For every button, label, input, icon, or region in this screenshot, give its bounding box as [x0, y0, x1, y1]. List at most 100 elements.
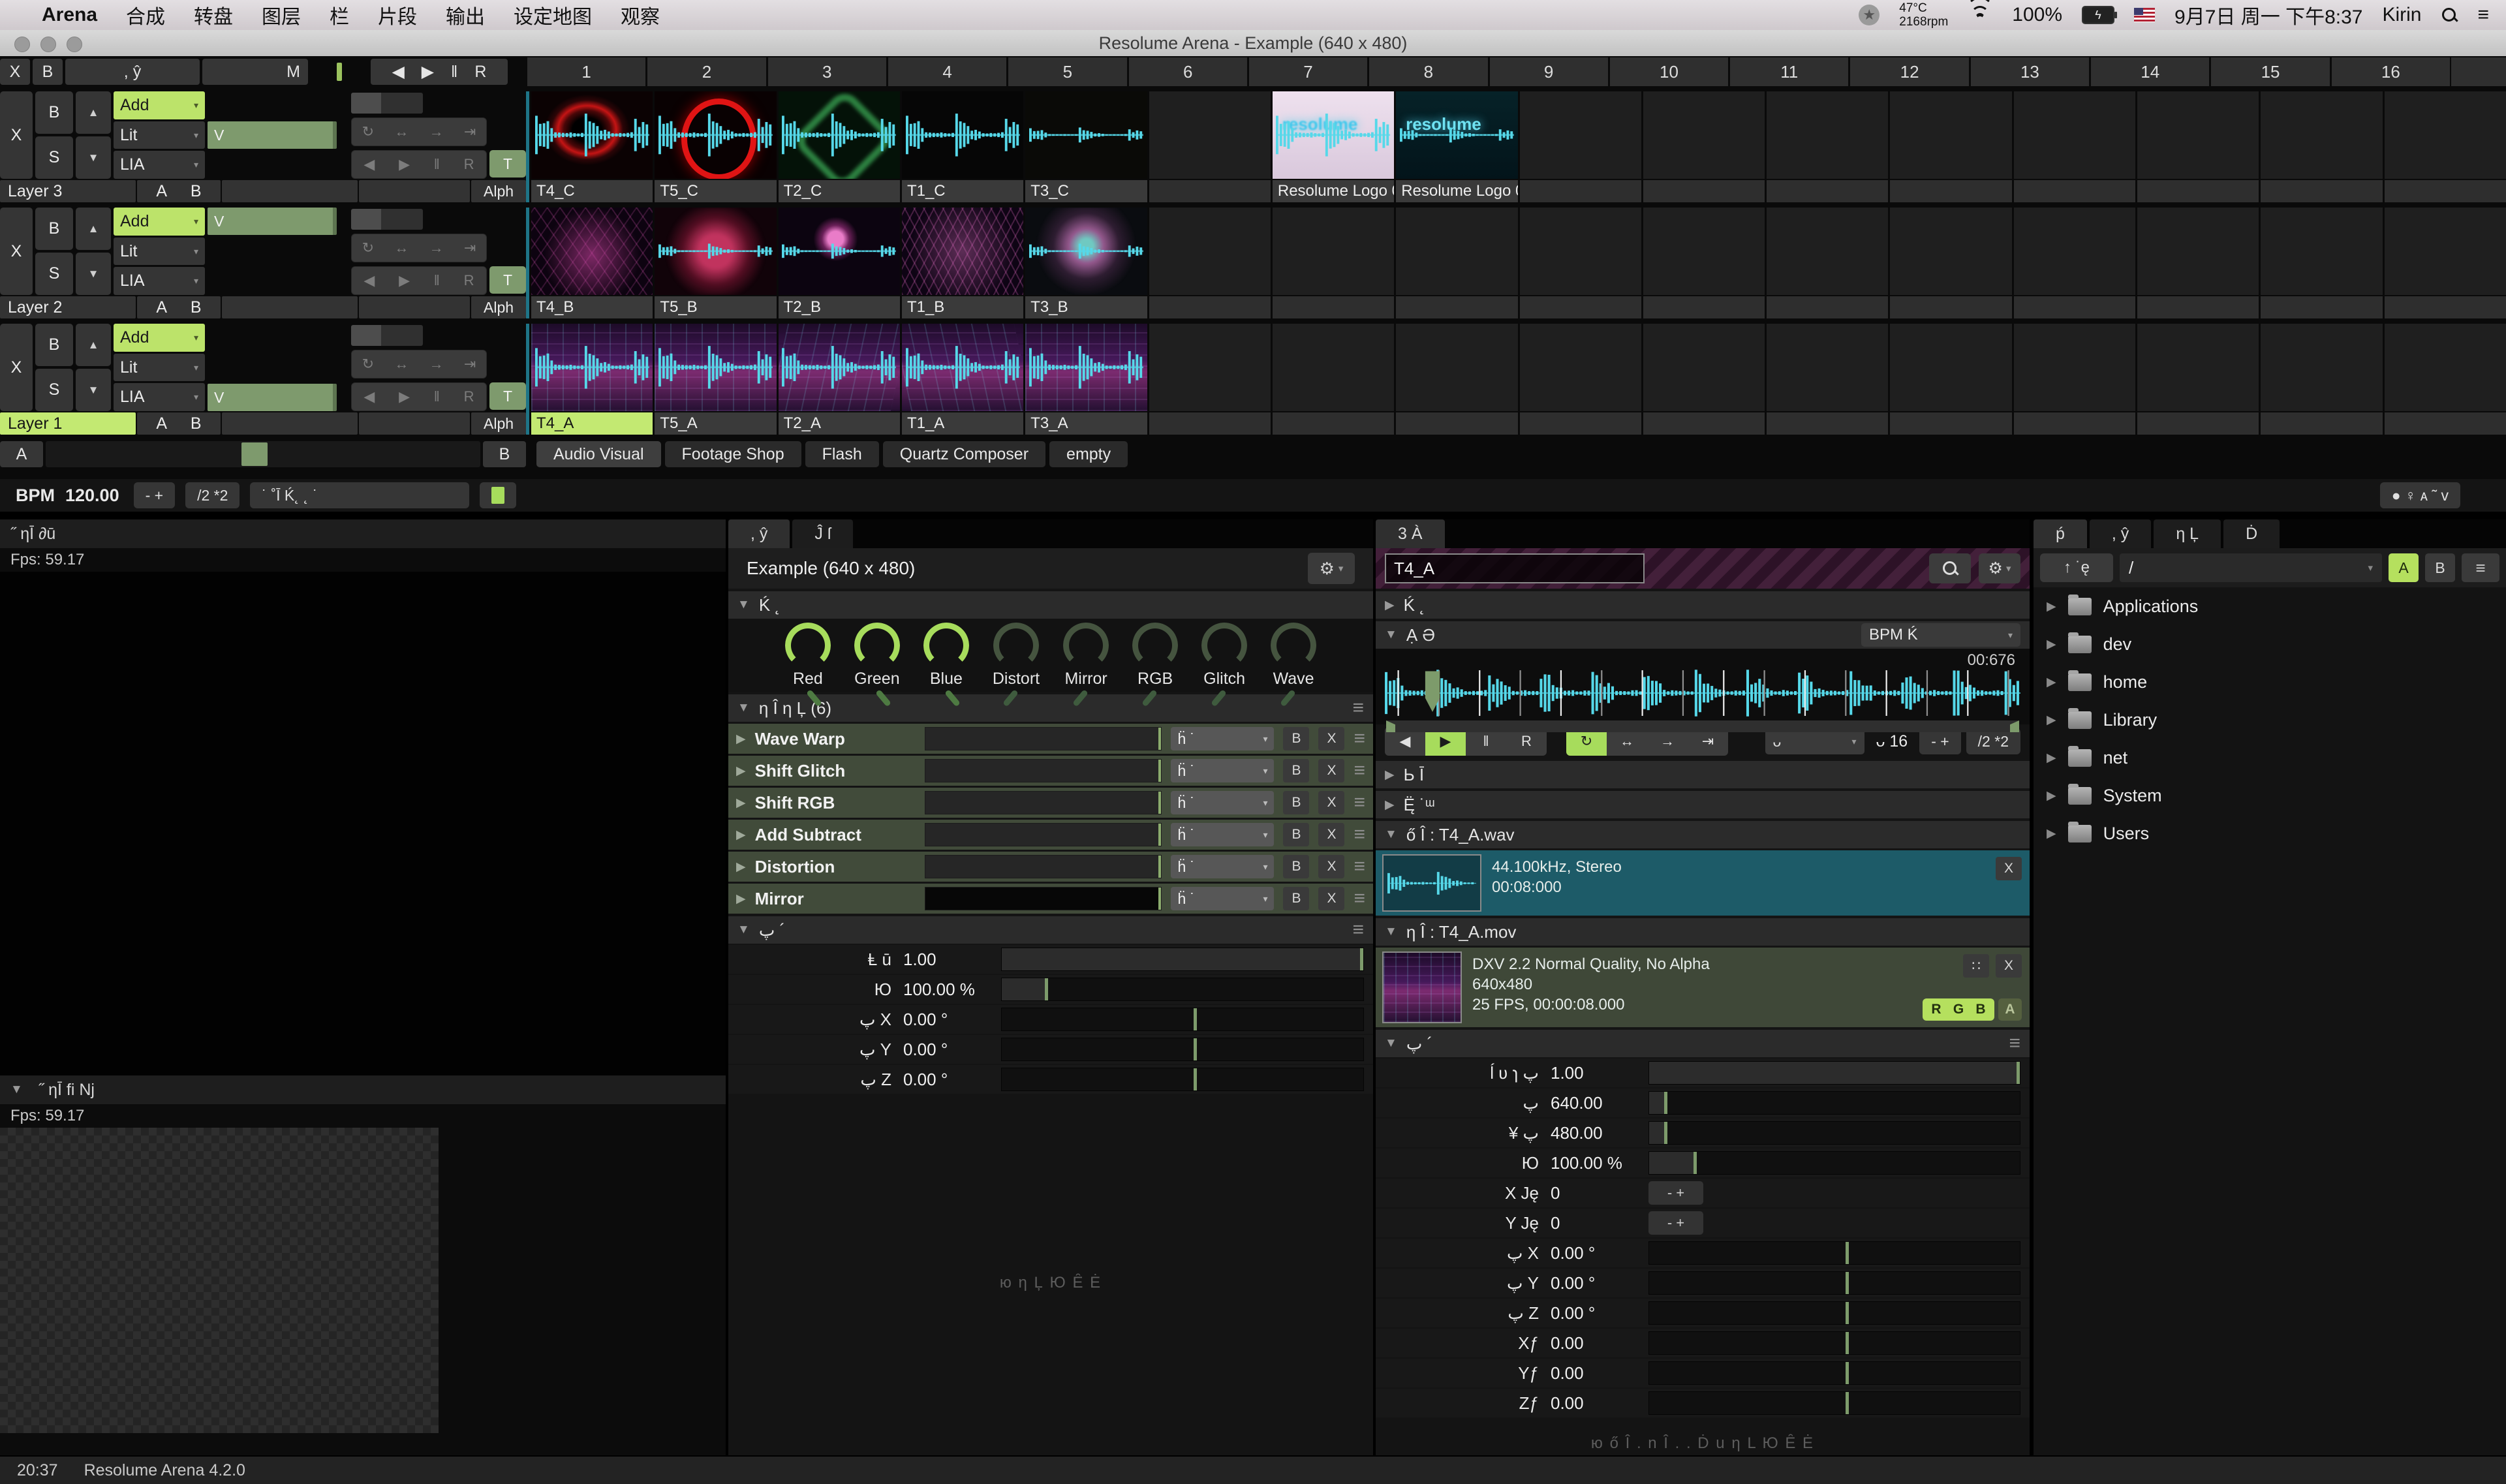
beat-snap-dropdown[interactable]: ᴗ▾	[1765, 728, 1864, 754]
layer-name-label[interactable]: Layer 2	[0, 296, 136, 318]
clip-label[interactable]: T4_C	[531, 180, 653, 202]
clip-cell-empty-12[interactable]	[1890, 324, 2011, 435]
layer-volume-slider[interactable]: V	[208, 384, 337, 411]
browser-up-button[interactable]: ↑ ˙ę	[2040, 553, 2113, 582]
effect-bypass-button[interactable]: B	[1283, 759, 1309, 782]
clip-param-9-value[interactable]: 0.00	[1551, 1333, 1648, 1353]
clip-label[interactable]: T5_B	[655, 296, 776, 318]
layer-solo-button[interactable]: S	[35, 253, 73, 295]
layer-autopilot-dropdown[interactable]: LIA▾	[114, 267, 205, 295]
window-controls[interactable]	[14, 37, 82, 52]
column-header-11[interactable]: 11	[1730, 57, 1848, 86]
wav-file-row[interactable]: 44.100kHz, Stereo 00:08:000 X	[1376, 850, 2030, 916]
folder-expand-icon[interactable]: ▶	[2047, 713, 2056, 728]
effect-drag-handle[interactable]: ≡	[1354, 856, 1365, 878]
effect-remove-button[interactable]: X	[1318, 823, 1344, 846]
clip-param-5-stepper[interactable]: - +	[1648, 1211, 1703, 1235]
preview-collapse-icon[interactable]: ▼	[10, 1083, 23, 1097]
clip-param-6-value[interactable]: 0.00 °	[1551, 1243, 1648, 1263]
clip-cell-T4_B[interactable]: T4_B	[531, 208, 653, 318]
layer-blend-dropdown[interactable]: Add▾	[114, 91, 205, 119]
layer-bypass-button[interactable]: B	[35, 91, 73, 134]
effect-bypass-button[interactable]: B	[1283, 855, 1309, 878]
menu-item-0[interactable]: 合成	[126, 1, 165, 29]
channel-g-button[interactable]: G	[1947, 1000, 1970, 1019]
column-header-6[interactable]: 6	[1129, 57, 1247, 86]
composition-settings-button[interactable]: ⚙▾	[1308, 553, 1355, 584]
layer-clear-button[interactable]: X	[0, 91, 33, 179]
clip-param-8-slider[interactable]	[1648, 1301, 2020, 1325]
dashboard-knob-glitch[interactable]: Glitch	[1201, 623, 1247, 688]
layer-transport-3[interactable]: R	[464, 272, 474, 289]
clip-label[interactable]	[1396, 296, 1517, 318]
folder-expand-icon[interactable]: ▶	[2047, 750, 2056, 765]
clip-label[interactable]: T5_C	[655, 180, 776, 202]
clip-cell-empty-14[interactable]	[2137, 324, 2259, 435]
layer-solo-button[interactable]: S	[35, 369, 73, 411]
effect-remove-button[interactable]: X	[1318, 727, 1344, 750]
effect-blend-dropdown[interactable]: ḧ ˙▾	[1171, 855, 1274, 878]
clip-label[interactable]	[2137, 296, 2259, 318]
layer-alpha-label[interactable]: Alph	[471, 296, 526, 318]
folder-row-dev[interactable]: ▶dev	[2034, 625, 2506, 663]
clip-label[interactable]	[1520, 180, 1641, 202]
layer-mode-dropdown[interactable]: Lit▾	[114, 121, 205, 149]
clip-param-5-value[interactable]: 0	[1551, 1213, 1648, 1233]
clip-label[interactable]: T5_A	[655, 412, 776, 435]
clip-param-3-slider[interactable]	[1648, 1151, 2020, 1175]
dashboard-knob-mirror[interactable]: Mirror	[1063, 623, 1109, 688]
clip-cell-empty-13[interactable]	[2014, 324, 2135, 435]
effect-remove-button[interactable]: X	[1318, 791, 1344, 814]
section2-collapse-icon[interactable]: ▶	[1385, 797, 1395, 812]
bpm-nudge-button[interactable]: - +	[134, 482, 175, 508]
clip-cell-T5_B[interactable]: T5_B	[655, 208, 776, 318]
comp-param-0-value[interactable]: 1.00	[903, 950, 1001, 970]
clip-label[interactable]	[1149, 412, 1271, 435]
clip-param-7-value[interactable]: 0.00 °	[1551, 1273, 1648, 1293]
comp-param-2-slider[interactable]	[1001, 1008, 1364, 1031]
effect-row-wave-warp[interactable]: ▶Wave Warpḧ ˙▾BX≡	[728, 724, 1373, 754]
wifi-icon[interactable]	[1968, 6, 1992, 24]
clip-cell-empty-7[interactable]	[1273, 208, 1394, 318]
comp-param-2-value[interactable]: 0.00 °	[903, 1010, 1001, 1030]
browser-tab-2[interactable]: η Ļ	[2154, 519, 2221, 548]
clip-label[interactable]	[1273, 412, 1394, 435]
clip-param-11-value[interactable]: 0.00	[1551, 1393, 1648, 1414]
clip-param-3-value[interactable]: 100.00 %	[1551, 1153, 1648, 1173]
clip-label[interactable]	[1890, 296, 2011, 318]
effect-blend-dropdown[interactable]: ḧ ˙▾	[1171, 759, 1274, 782]
column-header-8[interactable]: 8	[1369, 57, 1487, 86]
layer-name-label[interactable]: Layer 1	[0, 412, 136, 435]
layer-down-button[interactable]: ▼	[76, 136, 111, 179]
browser-deck-b-button[interactable]: B	[2425, 553, 2455, 582]
folder-row-applications[interactable]: ▶Applications	[2034, 587, 2506, 625]
layer-transport-3[interactable]: R	[464, 156, 474, 173]
wav-collapse-icon[interactable]: ▼	[1385, 827, 1397, 842]
effect-remove-button[interactable]: X	[1318, 759, 1344, 782]
clip-label[interactable]	[2261, 180, 2382, 202]
effect-row-shift-glitch[interactable]: ▶Shift Glitchḧ ˙▾BX≡	[728, 756, 1373, 786]
beats-halve-double-button[interactable]: /2 *2	[1966, 728, 2020, 754]
effect-row-add-subtract[interactable]: ▶Add Subtractḧ ˙▾BX≡	[728, 820, 1373, 850]
layer-trigger-button[interactable]: T	[489, 150, 526, 178]
column-header-3[interactable]: 3	[768, 57, 886, 86]
clip-param-11-slider[interactable]	[1648, 1391, 2020, 1415]
folder-row-users[interactable]: ▶Users	[2034, 814, 2506, 852]
layer-ab-assign[interactable]: AB	[137, 296, 221, 318]
clip-param-6-slider[interactable]	[1648, 1241, 2020, 1265]
clip-name-input[interactable]: T4_A	[1385, 553, 1645, 583]
playmode-0[interactable]: ↻	[362, 240, 374, 256]
clip-label[interactable]: T3_B	[1025, 296, 1147, 318]
mov-file-row[interactable]: DXV 2.2 Normal Quality, No Alpha 640x480…	[1376, 948, 2030, 1027]
bpm-tap-resync-button[interactable]: ˙ ˚Ī Ḱ˛ ˛ ˙	[250, 482, 469, 508]
mov-collapse-icon[interactable]: ▼	[1385, 925, 1397, 939]
metronome-button[interactable]	[480, 482, 516, 508]
clip-cell-empty-13[interactable]	[2014, 91, 2135, 202]
clip-cell-T5_C[interactable]: T5_C	[655, 91, 776, 202]
comp-param-3-value[interactable]: 0.00 °	[903, 1040, 1001, 1060]
clip-param-4-value[interactable]: 0	[1551, 1183, 1648, 1203]
composition-clear-button[interactable]: X	[0, 59, 30, 85]
app-menu-title[interactable]: Arena	[42, 4, 97, 26]
clip-cell-empty-16[interactable]	[2385, 91, 2506, 202]
column-header-10[interactable]: 10	[1610, 57, 1728, 86]
